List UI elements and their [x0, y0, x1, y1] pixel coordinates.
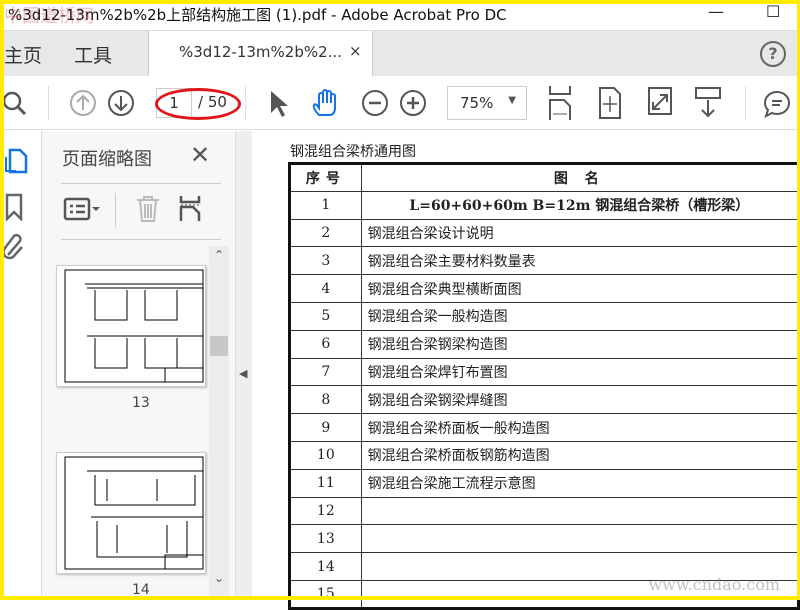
drawing-name	[360, 524, 800, 554]
toolbar: 1 / 50 75% ▼	[0, 76, 800, 130]
row-number: 1	[289, 190, 362, 220]
page-thumbnail-14[interactable]	[56, 452, 206, 574]
row-number: 3	[289, 246, 362, 276]
rotate-page-icon[interactable]	[597, 86, 623, 120]
drawing-name: 钢混组合梁典型横断面图	[360, 274, 800, 303]
hand-tool-icon[interactable]	[311, 89, 341, 119]
search-icon[interactable]	[2, 89, 28, 117]
zoom-out-icon[interactable]	[361, 89, 389, 117]
fit-page-icon[interactable]	[547, 86, 573, 120]
drawing-preview-icon	[64, 269, 204, 383]
row-number: 15	[289, 579, 362, 609]
navigation-rail	[0, 131, 42, 600]
zoom-level-select[interactable]: 75% ▼	[447, 86, 527, 120]
scrollbar-thumb[interactable]	[210, 336, 228, 356]
row-number: 4	[289, 274, 362, 303]
drawing-name: 钢混组合梁主要材料数量表	[360, 246, 800, 276]
table-row: 8 钢混组合梁钢梁焊缝图	[289, 385, 800, 415]
row-number: 5	[289, 301, 362, 331]
zoom-level-value: 75%	[460, 94, 494, 112]
previous-page-icon[interactable]	[69, 89, 97, 117]
watermark-logo: 中国道桥网	[4, 6, 94, 27]
title-bar: %3d12-13m%2b%2b上部结构施工图 (1).pdf - Adobe A…	[0, 0, 800, 30]
attachments-icon[interactable]	[2, 233, 26, 263]
insert-page-icon[interactable]	[178, 195, 204, 223]
document-heading: 钢混组合梁桥通用图	[290, 144, 416, 160]
table-row: 7 钢混组合梁焊钉布置图	[289, 357, 800, 387]
column-header-name: 图 名	[360, 163, 800, 192]
document-view: 钢混组合梁桥通用图 序号 图 名 1 L=60+60+60m B=12m 钢混组合…	[252, 131, 800, 610]
drawing-name	[360, 496, 800, 526]
thumbnail-scrollbar[interactable]: ⌃ ⌄	[209, 246, 229, 596]
table-row: 10 钢混组合梁桥面板钢筋构造图	[289, 440, 800, 470]
read-mode-icon[interactable]	[694, 86, 722, 120]
tab-bar: 主页 工具 %3d12-13m%2b%2... × ?	[0, 30, 800, 77]
table-row: 11 钢混组合梁施工流程示意图	[289, 468, 800, 498]
table-row: 5 钢混组合梁一般构造图	[289, 301, 800, 331]
drawing-name: 钢混组合梁施工流程示意图	[360, 468, 800, 498]
full-screen-icon[interactable]	[647, 86, 673, 120]
thumbnail-page-number: 14	[132, 582, 150, 598]
document-tab-label: %3d12-13m%2b%2...	[179, 43, 342, 61]
zoom-in-icon[interactable]	[399, 89, 427, 117]
minimize-button[interactable]: —	[708, 2, 724, 21]
drawing-index-table: 序号 图 名 1 L=60+60+60m B=12m 钢混组合梁桥（槽形梁） 2 钢混…	[288, 162, 800, 610]
select-cursor-icon[interactable]	[266, 89, 288, 119]
row-number: 10	[289, 440, 362, 470]
drawing-name: 钢混组合梁钢梁构造图	[360, 329, 800, 359]
close-tab-button[interactable]: ×	[349, 42, 362, 60]
tab-home[interactable]: 主页	[4, 41, 42, 68]
table-row: 6 钢混组合梁钢梁构造图	[289, 329, 800, 359]
maximize-button[interactable]: ☐	[766, 2, 780, 21]
next-page-icon[interactable]	[107, 89, 135, 117]
comment-icon[interactable]	[762, 89, 792, 119]
table-row: 1 L=60+60+60m B=12m 钢混组合梁桥（槽形梁）	[289, 190, 800, 220]
row-number: 9	[289, 413, 362, 442]
collapse-arrow-icon: ◀	[239, 367, 248, 380]
thumbnail-page-number: 13	[132, 395, 150, 411]
drawing-name: 钢混组合梁焊钉布置图	[360, 357, 800, 387]
page-thumbnail-13[interactable]	[56, 265, 206, 387]
drawing-name: 钢混组合梁桥面板一般构造图	[360, 413, 800, 442]
table-header-row: 序号 图 名	[289, 163, 800, 192]
panel-title: 页面缩略图	[62, 149, 152, 170]
thumbnail-options-icon[interactable]	[63, 197, 103, 223]
tab-document[interactable]: %3d12-13m%2b%2... ×	[148, 31, 373, 77]
table-row: 3 钢混组合梁主要材料数量表	[289, 246, 800, 276]
annotation-highlight-oval	[155, 88, 241, 120]
help-button[interactable]: ?	[760, 41, 786, 67]
page-thumbnails-panel: 页面缩略图 ✕ 13 14	[42, 131, 236, 600]
bookmarks-icon[interactable]	[4, 193, 24, 221]
row-number: 7	[289, 357, 362, 387]
drawing-name: 钢混组合梁一般构造图	[360, 301, 800, 331]
row-number: 8	[289, 385, 362, 415]
row-number: 14	[289, 552, 362, 581]
tab-tools[interactable]: 工具	[74, 41, 112, 68]
table-row: 9 钢混组合梁桥面板一般构造图	[289, 413, 800, 442]
row-number: 12	[289, 496, 362, 526]
close-panel-button[interactable]: ✕	[190, 141, 210, 169]
page-thumbnails-icon[interactable]	[4, 147, 28, 175]
drawing-preview-icon	[64, 456, 204, 570]
watermark-url: www.cndao.com	[648, 575, 780, 594]
drawing-name: 钢混组合梁设计说明	[360, 218, 800, 248]
row-number: 6	[289, 329, 362, 359]
collapse-panel-handle[interactable]: ◀	[236, 131, 252, 600]
table-row: 4 钢混组合梁典型横断面图	[289, 274, 800, 303]
column-header-number: 序号	[289, 163, 362, 192]
row-number: 11	[289, 468, 362, 498]
table-row: 13	[289, 524, 800, 554]
table-row: 2 钢混组合梁设计说明	[289, 218, 800, 248]
row-number: 13	[289, 524, 362, 554]
row-number: 2	[289, 218, 362, 248]
drawing-name: L=60+60+60m B=12m 钢混组合梁桥（槽形梁）	[360, 190, 800, 220]
delete-page-icon[interactable]	[135, 195, 161, 223]
chevron-down-icon: ▼	[508, 95, 516, 106]
drawing-name: 钢混组合梁钢梁焊缝图	[360, 385, 800, 415]
table-row: 12	[289, 496, 800, 526]
drawing-name: 钢混组合梁桥面板钢筋构造图	[360, 440, 800, 470]
